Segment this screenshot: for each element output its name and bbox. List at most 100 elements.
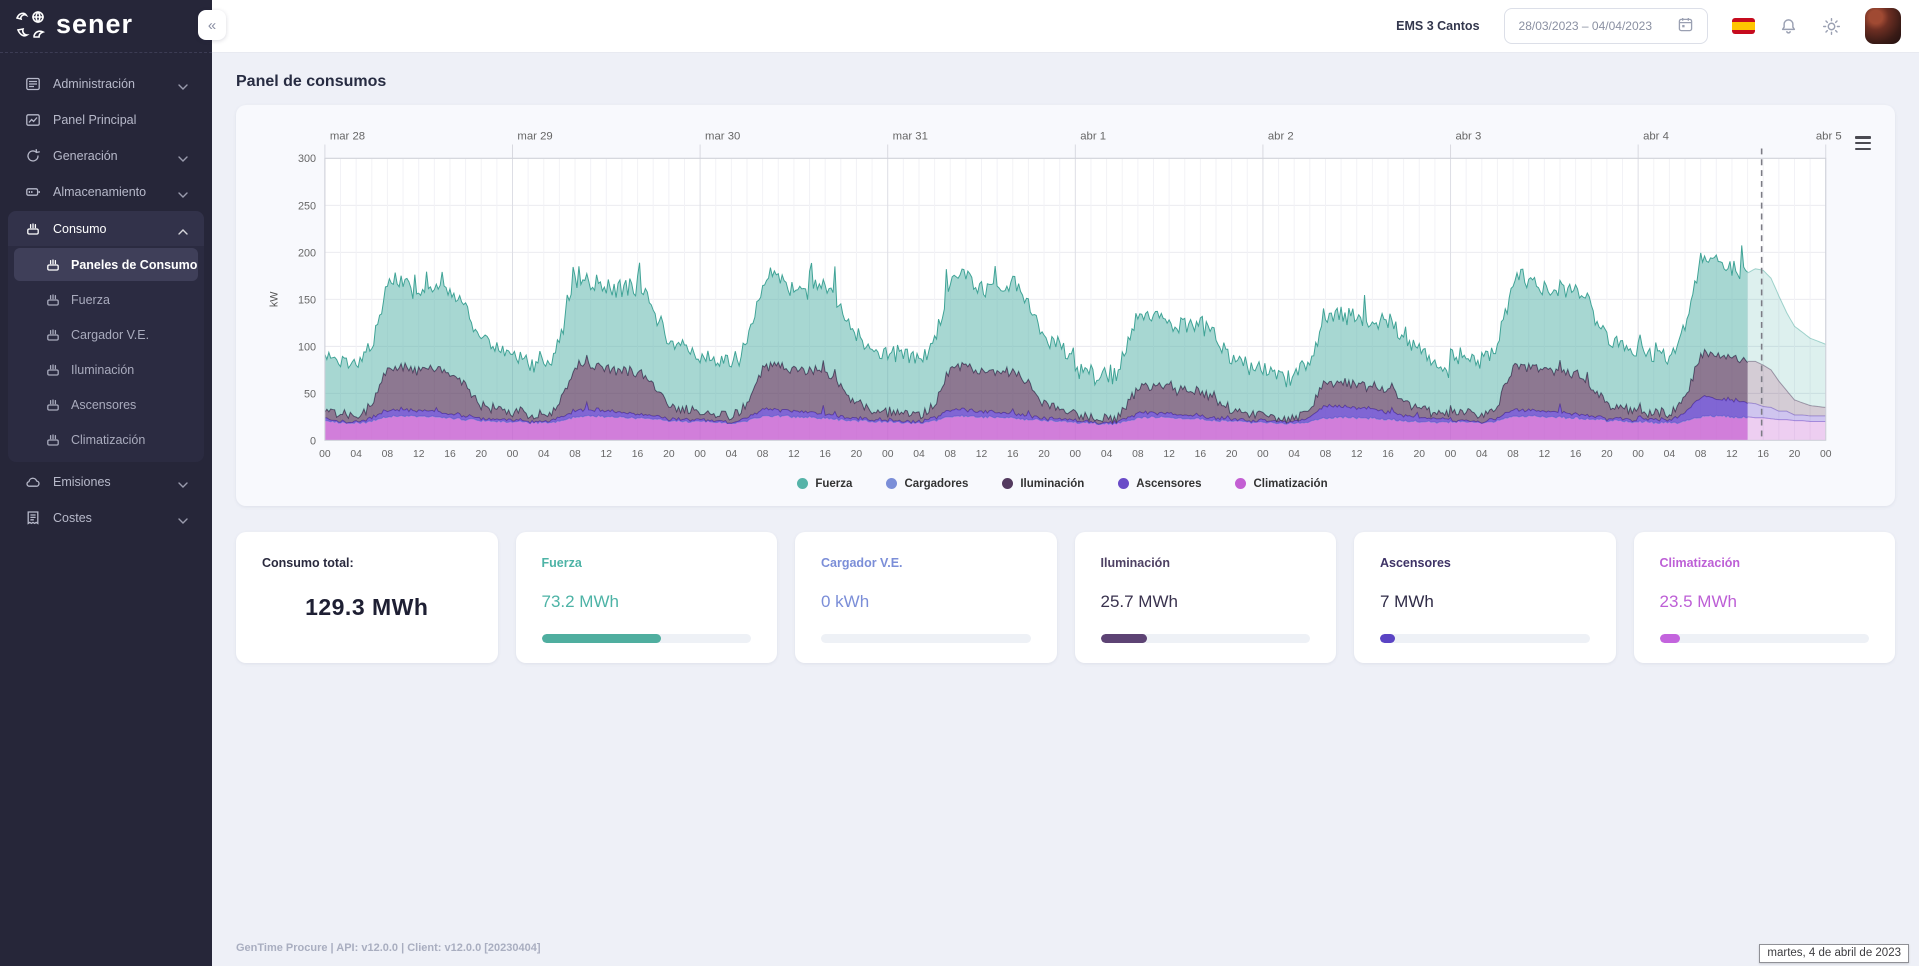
svg-text:00: 00: [1632, 449, 1644, 460]
sidebar-item-label: Generación: [53, 149, 166, 163]
chevron-down-icon: [178, 477, 188, 487]
card-climatizacion: Climatización 23.5 MWh: [1634, 532, 1896, 663]
logo[interactable]: sener: [0, 0, 212, 53]
legend-item[interactable]: Fuerza: [797, 478, 852, 490]
chart-context-menu-icon[interactable]: [1853, 135, 1873, 151]
svg-text:200: 200: [298, 247, 316, 259]
svg-text:kW: kW: [269, 291, 281, 307]
emissions-icon: [24, 473, 41, 490]
sidebar: sener Administración Panel Principal Gener…: [0, 0, 212, 966]
svg-text:04: 04: [1664, 449, 1676, 460]
sener-logo-icon: [14, 9, 48, 43]
sidebar-item-almacenamiento[interactable]: Almacenamiento: [8, 174, 204, 209]
card-fuerza: Fuerza 73.2 MWh: [516, 532, 778, 663]
meter-icon: [44, 256, 61, 273]
svg-text:12: 12: [1539, 449, 1551, 460]
app-root: sener Administración Panel Principal Gener…: [0, 0, 1919, 966]
svg-text:16: 16: [1195, 449, 1207, 460]
svg-text:04: 04: [350, 449, 362, 460]
card-ascensores: Ascensores 7 MWh: [1354, 532, 1616, 663]
svg-text:abr 2: abr 2: [1268, 131, 1294, 143]
svg-text:12: 12: [788, 449, 800, 460]
sidebar-item-administracion[interactable]: Administración: [8, 66, 204, 101]
progress-track: [1660, 634, 1870, 643]
chevron-down-icon: [178, 187, 188, 197]
progress-fill: [1660, 634, 1681, 643]
svg-text:16: 16: [1382, 449, 1394, 460]
svg-text:abr 1: abr 1: [1080, 131, 1106, 143]
svg-text:04: 04: [726, 449, 738, 460]
version-footer: GenTime Procure | API: v12.0.0 | Client:…: [236, 932, 1895, 966]
meter-icon: [24, 220, 41, 237]
sidebar-item-label: Cargador V.E.: [71, 328, 184, 342]
sidebar-item-label: Administración: [53, 77, 166, 91]
progress-fill: [1101, 634, 1147, 643]
progress-track: [821, 634, 1031, 643]
sidebar-item-emisiones[interactable]: Emisiones: [8, 464, 204, 499]
svg-text:mar 29: mar 29: [517, 131, 552, 143]
legend-item[interactable]: Ascensores: [1118, 478, 1201, 490]
card-value: 23.5 MWh: [1660, 592, 1870, 612]
sidebar-collapse-button[interactable]: «: [198, 10, 226, 40]
chevron-down-icon: [178, 513, 188, 523]
svg-text:16: 16: [1007, 449, 1019, 460]
sidebar-item-label: Panel Principal: [53, 113, 188, 127]
sidebar-item-cargador-ve[interactable]: Cargador V.E.: [14, 318, 198, 351]
svg-text:04: 04: [913, 449, 925, 460]
sidebar-item-ascensores[interactable]: Ascensores: [14, 388, 198, 421]
costs-icon: [24, 509, 41, 526]
notifications-bell-icon[interactable]: [1779, 17, 1798, 36]
legend-item[interactable]: Cargadores: [886, 478, 968, 490]
progress-track: [542, 634, 752, 643]
svg-text:20: 20: [475, 449, 487, 460]
storage-icon: [24, 183, 41, 200]
sidebar-item-paneles-de-consumo[interactable]: Paneles de Consumo: [14, 248, 198, 281]
user-avatar[interactable]: [1865, 8, 1901, 44]
meter-icon: [44, 396, 61, 413]
svg-text:08: 08: [382, 449, 394, 460]
card-value: 7 MWh: [1380, 592, 1590, 612]
language-flag-spain[interactable]: [1732, 18, 1755, 34]
legend-item[interactable]: Iluminación: [1002, 478, 1084, 490]
sidebar-item-costes[interactable]: Costes: [8, 500, 204, 535]
sidebar-item-panel-principal[interactable]: Panel Principal: [8, 102, 204, 137]
sidebar-item-generacion[interactable]: Generación: [8, 138, 204, 173]
legend-item[interactable]: Climatización: [1235, 478, 1327, 490]
meter-icon: [44, 291, 61, 308]
card-value: 25.7 MWh: [1101, 592, 1311, 612]
svg-text:08: 08: [1132, 449, 1144, 460]
svg-text:08: 08: [1320, 449, 1332, 460]
progress-track: [1380, 634, 1590, 643]
svg-text:16: 16: [1570, 449, 1582, 460]
svg-text:00: 00: [319, 449, 331, 460]
sidebar-item-label: Costes: [53, 511, 166, 525]
consumption-stacked-area-chart[interactable]: 050100150200250300mar 28mar 29mar 30mar …: [244, 109, 1881, 474]
svg-text:04: 04: [538, 449, 550, 460]
sidebar-item-iluminacion[interactable]: Iluminación: [14, 353, 198, 386]
card-title: Consumo total:: [262, 556, 472, 570]
sidebar-item-consumo[interactable]: Consumo: [8, 211, 204, 246]
consumption-chart-card: 050100150200250300mar 28mar 29mar 30mar …: [236, 105, 1895, 506]
svg-text:mar 31: mar 31: [893, 131, 928, 143]
topbar: EMS 3 Cantos 28/03/2023 – 04/04/2023: [212, 0, 1919, 53]
svg-text:12: 12: [976, 449, 988, 460]
site-name: EMS 3 Cantos: [1396, 19, 1479, 33]
card-iluminacion: Iluminación 25.7 MWh: [1075, 532, 1337, 663]
calendar-icon: [1678, 17, 1693, 35]
legend-label: Cargadores: [904, 478, 968, 490]
date-range-picker[interactable]: 28/03/2023 – 04/04/2023: [1504, 8, 1708, 44]
theme-toggle-sun-icon[interactable]: [1822, 17, 1841, 36]
sidebar-item-climatizacion[interactable]: Climatización: [14, 423, 198, 456]
legend-dot: [886, 478, 897, 489]
sidebar-item-fuerza[interactable]: Fuerza: [14, 283, 198, 316]
svg-text:abr 5: abr 5: [1816, 131, 1842, 143]
svg-text:00: 00: [1820, 449, 1832, 460]
svg-text:20: 20: [1226, 449, 1238, 460]
svg-text:300: 300: [298, 153, 316, 165]
chart-legend: Fuerza Cargadores Iluminación Ascensores Cli…: [244, 474, 1881, 498]
sidebar-item-label: Iluminación: [71, 363, 184, 377]
card-title: Fuerza: [542, 556, 752, 570]
svg-text:00: 00: [694, 449, 706, 460]
card-value: 73.2 MWh: [542, 592, 752, 612]
svg-text:12: 12: [1726, 449, 1738, 460]
